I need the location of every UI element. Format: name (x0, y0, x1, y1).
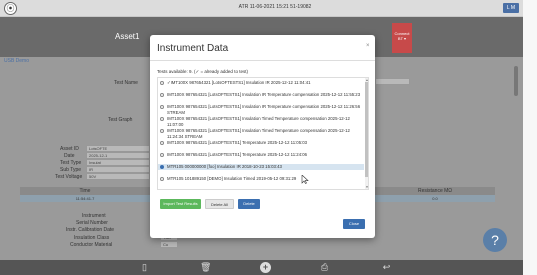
resistance-column-header: Resistance MΩ (375, 187, 495, 195)
test-list-item[interactable]: IMT100X 987654321 [LotsOFTESTS1] Insulat… (158, 128, 364, 140)
mouse-cursor-icon (301, 175, 309, 184)
plus-icon[interactable]: + (260, 262, 271, 273)
delete-all-button[interactable]: Delete All (205, 199, 234, 209)
test-name-label: Test Name (114, 80, 138, 86)
window-title: ATR 11-06-2021 15:21 51-19082 (238, 4, 312, 10)
bottom-toolbar: ▯ 🗑 + ⎙ ↩ (0, 260, 523, 275)
top-bar: ⦿ ATR 11-06-2021 15:21 51-19082 L M (0, 0, 523, 17)
sub-type-label: Sub Type (60, 167, 82, 173)
test-list-item-label: ✓IMT100X 987654321 [LotsOFTESTS1] Insula… (167, 80, 311, 85)
trash-icon[interactable]: 🗑 (200, 262, 211, 273)
dialog-title: Instrument Data (157, 43, 229, 54)
test-list-item-label: IMT100X 987654321 [LotsOFTESTS1] Insulat… (167, 128, 350, 139)
tests-available-label: Tests available: 9. (✓ = already added t… (157, 69, 248, 74)
logo-icon: ⦿ (4, 2, 17, 15)
test-list-item[interactable]: IMT100X 987654321 [LotsOFTESTS1] Insulat… (158, 116, 364, 128)
radio-button[interactable] (160, 81, 164, 85)
test-list-item[interactable]: IMT100X 987654321 [LotsOFTESTS1] Insulat… (158, 92, 364, 98)
calibration-date-label: Instr. Calibration Date (66, 227, 115, 233)
dialog-close-icon[interactable]: × (366, 43, 370, 49)
test-type-label: Test Type (60, 160, 82, 166)
instrument-label: Instrument (82, 213, 106, 219)
resistance-cell: 0.0 (375, 195, 495, 202)
test-list-item-label: IMT100X 987654321 [LotsOFTESTS1] Insulat… (167, 116, 350, 127)
test-list-item-label: IMT100X 987654321 [LotsOFTESTS1] Tempera… (167, 152, 308, 157)
test-list-item[interactable]: IMT100X 987654321 [LotsOFTESTS1] Tempera… (158, 152, 364, 158)
radio-button[interactable] (160, 165, 164, 169)
date-value: 2025-12-1 (86, 152, 150, 159)
time-cell: 11:54:41.7 (20, 195, 150, 202)
radio-button[interactable] (160, 153, 164, 157)
serial-number-label: Serial Number (76, 220, 108, 226)
test-list-item-label: IMT100X 987654321 [LotsOFTESTS1] Insulat… (167, 104, 361, 115)
delete-button[interactable]: Delete (238, 199, 260, 209)
page-scrollbar[interactable] (514, 66, 518, 96)
print-icon[interactable]: ⎙ (319, 262, 330, 273)
conductor-material-value: Cu (160, 241, 178, 248)
test-list-item-label: MTR105 000000000 [foo] Insulation IR 201… (167, 164, 282, 169)
back-icon[interactable]: ↩ (381, 262, 392, 273)
test-list-item-label: IMT100X 987654321 [LotsOFTESTS1] Insulat… (167, 92, 361, 97)
test-type-value: Insulat (86, 159, 150, 166)
test-list-item[interactable]: ✓IMT100X 987654321 [LotsOFTESTS1] Insula… (158, 80, 364, 86)
radio-button[interactable] (160, 93, 164, 97)
scroll-down-icon[interactable]: ▼ (365, 185, 369, 189)
test-graph-label: Test Graph (108, 117, 133, 123)
dialog-divider (150, 60, 375, 61)
radio-button[interactable] (160, 105, 164, 109)
test-list-item[interactable]: IMT100X 987654321 [LotsOFTESTS1] Tempera… (158, 140, 364, 146)
sub-type-value: IR (86, 166, 150, 173)
time-column-header: Time (20, 187, 150, 195)
date-label: Date (64, 153, 75, 159)
test-list-item[interactable]: IMT100X 987654321 [LotsOFTESTS1] Insulat… (158, 104, 364, 116)
usb-demo-label: USB Demo (4, 58, 30, 64)
connect-sub-label: BT ▾ (397, 36, 407, 41)
instrument-data-dialog: Instrument Data × Tests available: 9. (✓… (150, 35, 375, 238)
asset-id-value: LotsOFTE (86, 145, 150, 152)
user-button[interactable]: L M (503, 3, 519, 13)
tests-list: ▲ ▼ ✓IMT100X 987654321 [LotsOFTESTS1] In… (157, 77, 369, 190)
test-voltage-label: Test Voltage (55, 174, 83, 180)
connect-button[interactable]: Connect BT ▾ (392, 23, 412, 53)
test-list-item-label: IMT100X 987654321 [LotsOFTESTS1] Tempera… (167, 140, 308, 145)
radio-button[interactable] (160, 117, 164, 121)
right-gutter (523, 0, 537, 275)
radio-button[interactable] (160, 141, 164, 145)
test-list-item[interactable]: MTR105 101889150 [DEMO] Insulation Timed… (158, 176, 364, 182)
radio-button[interactable] (160, 129, 164, 133)
insulation-class-label: Insulation Class (74, 235, 110, 241)
test-list-item-label: MTR105 101889150 [DEMO] Insulation Timed… (167, 176, 297, 181)
test-list-item[interactable]: MTR105 000000000 [foo] Insulation IR 201… (158, 164, 364, 170)
test-name-field[interactable] (375, 78, 410, 85)
list-scroll-thumb[interactable] (365, 82, 368, 177)
asset-title: Asset1 (115, 32, 140, 41)
list-scrollbar[interactable]: ▲ ▼ (365, 78, 369, 189)
radio-button[interactable] (160, 177, 164, 181)
test-voltage-value: 50V (86, 173, 150, 180)
document-icon[interactable]: ▯ (139, 262, 150, 273)
close-button[interactable]: Close (343, 219, 365, 229)
help-button[interactable]: ? (483, 228, 507, 252)
conductor-material-label: Conductor Material (70, 242, 113, 248)
asset-id-label: Asset ID (60, 146, 79, 152)
import-test-results-button[interactable]: Import Test Results (160, 199, 201, 209)
app-window: ⦿ ATR 11-06-2021 15:21 51-19082 L M Asse… (0, 0, 537, 275)
